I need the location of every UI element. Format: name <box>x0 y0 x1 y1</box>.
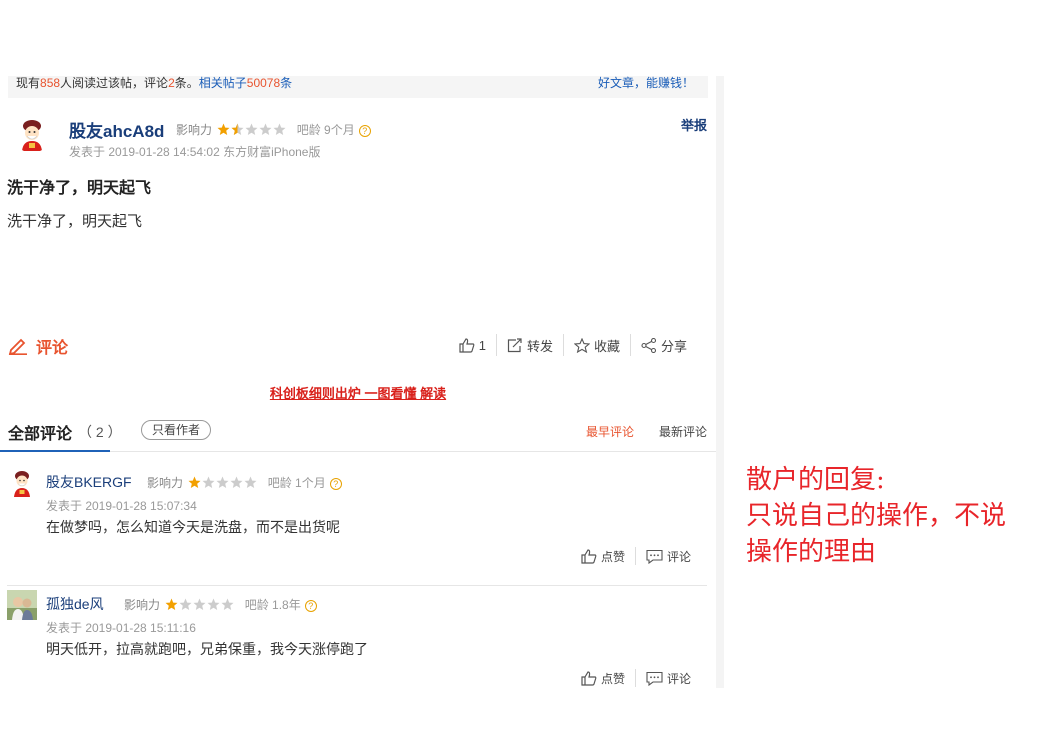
repost-button[interactable]: 转发 <box>495 334 563 356</box>
sort-earliest-button[interactable]: 最早评论 <box>586 423 634 440</box>
comment-item: 股友BKERGF 影响力 吧龄 1个月? 发表于 2019-01-28 15:0… <box>7 466 707 586</box>
influence-label: 影响力 <box>147 476 184 490</box>
only-author-button[interactable]: 只看作者 <box>141 420 211 440</box>
comment-text: 明天低开，拉高就跑吧，兄弟保重，我今天涨停跑了 <box>46 641 368 657</box>
like-count: 1 <box>478 337 486 353</box>
influence-label: 影响力 <box>176 123 213 137</box>
comment-like-button[interactable]: 点赞 <box>571 669 635 687</box>
account-age: 吧龄 9个月 <box>296 123 355 137</box>
caishen-avatar-icon <box>14 471 30 497</box>
screenshot-stage: 现有858人阅读过该帖，评论2条。相关帖子50078条 好文章，能赚钱！ 股友a… <box>0 0 1056 733</box>
like-label: 点赞 <box>600 549 625 564</box>
post-header: 股友ahcA8d 影响力 吧龄 9个月 ? 举报 发表于 2019-01-28 … <box>0 113 716 163</box>
report-button[interactable]: 举报 <box>681 115 707 134</box>
favorite-button[interactable]: 收藏 <box>562 334 630 356</box>
stats-text: 现有858人阅读过该帖，评论2条。相关帖子50078条 <box>16 76 292 90</box>
comment-item: 孤独de风 影响力 吧龄 1.8年? 发表于 2019-01-28 15:11:… <box>7 588 707 688</box>
comments-total: （ 2 ） <box>78 424 122 440</box>
stats-bar: 现有858人阅读过该帖，评论2条。相关帖子50078条 好文章，能赚钱！ <box>8 76 708 98</box>
comment-actions: 点赞 评论 <box>571 669 701 687</box>
slogan-link[interactable]: 好文章，能赚钱！ <box>598 76 694 90</box>
comment-bubble-icon <box>646 549 663 564</box>
influence-label: 影响力 <box>124 598 161 612</box>
thumbs-up-icon <box>581 670 597 686</box>
like-button[interactable]: 1 <box>449 334 496 356</box>
post-date: 发表于 2019-01-28 14:54:02 东方财富iPhone版 <box>69 145 321 159</box>
like-label: 点赞 <box>600 671 625 686</box>
comment-count: 2 <box>168 76 175 90</box>
post-panel: 现有858人阅读过该帖，评论2条。相关帖子50078条 好文章，能赚钱！ 股友a… <box>0 76 716 688</box>
author-meta: 影响力 吧龄 9个月? <box>176 121 371 138</box>
stats-comments-suffix: 条。 <box>174 76 199 90</box>
annotation-note: 散户的回复: 只说自己的操作，不说 操作的理由 <box>746 462 1006 570</box>
stats-readers-suffix: 人阅读过该帖，评论 <box>60 76 169 90</box>
panel-edge <box>716 76 724 688</box>
comment-username[interactable]: 孤独de风 <box>46 594 104 614</box>
avatar[interactable] <box>14 117 50 153</box>
influence-stars-icon <box>165 598 234 610</box>
comment-date: 发表于 2019-01-28 15:11:16 <box>46 621 196 635</box>
comment-bubble-icon <box>646 671 663 686</box>
avatar[interactable] <box>7 590 37 620</box>
tab-all-comments[interactable]: 全部评论 <box>8 420 72 444</box>
active-tab-indicator <box>0 450 110 452</box>
share-icon <box>641 337 657 353</box>
influence-stars-icon <box>217 123 286 135</box>
help-icon[interactable]: ? <box>358 125 371 137</box>
author-username[interactable]: 股友ahcA8d <box>69 117 164 142</box>
photo-avatar-icon <box>7 590 37 620</box>
annotation-line: 只说自己的操作，不说 <box>746 501 1007 531</box>
favorite-label: 收藏 <box>593 338 620 354</box>
thumbs-up-icon <box>581 548 597 564</box>
pencil-icon <box>8 338 27 355</box>
help-icon[interactable]: ? <box>304 600 317 612</box>
promo-link[interactable]: 科创板细则出炉 一图看懂 解读 <box>0 383 716 402</box>
repost-label: 转发 <box>526 338 553 354</box>
share-label: 分享 <box>660 338 687 354</box>
thumbs-up-icon <box>459 337 475 353</box>
account-age: 吧龄 1.8年 <box>244 598 301 612</box>
star-outline-icon <box>573 337 590 353</box>
post-title: 洗干净了，明天起飞 <box>7 180 152 197</box>
annotation-line: 散户的回复: <box>746 465 885 495</box>
comment-username[interactable]: 股友BKERGF <box>46 472 132 492</box>
related-suffix: 条 <box>280 76 293 90</box>
comment-button[interactable]: 评论 <box>8 334 68 358</box>
repost-icon <box>507 337 522 352</box>
comment-like-button[interactable]: 点赞 <box>571 547 635 565</box>
reply-label: 评论 <box>666 671 691 686</box>
comment-date: 发表于 2019-01-28 15:07:34 <box>46 499 197 513</box>
comment-reply-button[interactable]: 评论 <box>634 669 701 687</box>
comment-reply-button[interactable]: 评论 <box>634 547 701 565</box>
comments-header: 全部评论 （ 2 ） 只看作者 最早评论 最新评论 <box>0 416 716 452</box>
comment-label: 评论 <box>36 340 69 357</box>
influence-stars-icon <box>188 476 257 488</box>
comment-meta: 影响力 吧龄 1.8年? <box>124 596 317 613</box>
caishen-avatar-icon <box>14 117 50 153</box>
sort-newest-button[interactable]: 最新评论 <box>659 423 707 440</box>
avatar[interactable] <box>7 468 37 498</box>
annotation-line: 操作的理由 <box>746 537 877 567</box>
share-button[interactable]: 分享 <box>629 334 697 356</box>
post-body: 洗干净了，明天起飞 <box>7 213 143 230</box>
comment-text: 在做梦吗，怎么知道今天是洗盘，而不是出货呢 <box>46 519 340 535</box>
reader-count: 858 <box>40 76 61 90</box>
comment-meta: 影响力 吧龄 1个月? <box>147 474 342 491</box>
related-posts-link[interactable]: 相关帖子 <box>199 76 247 90</box>
help-icon[interactable]: ? <box>329 478 342 490</box>
stats-prefix: 现有 <box>16 76 41 90</box>
post-actions: 1 转发 收藏 分享 <box>449 334 697 356</box>
comment-actions: 点赞 评论 <box>571 547 701 565</box>
account-age: 吧龄 1个月 <box>267 476 326 490</box>
related-count: 50078 <box>246 76 281 90</box>
reply-label: 评论 <box>666 549 691 564</box>
